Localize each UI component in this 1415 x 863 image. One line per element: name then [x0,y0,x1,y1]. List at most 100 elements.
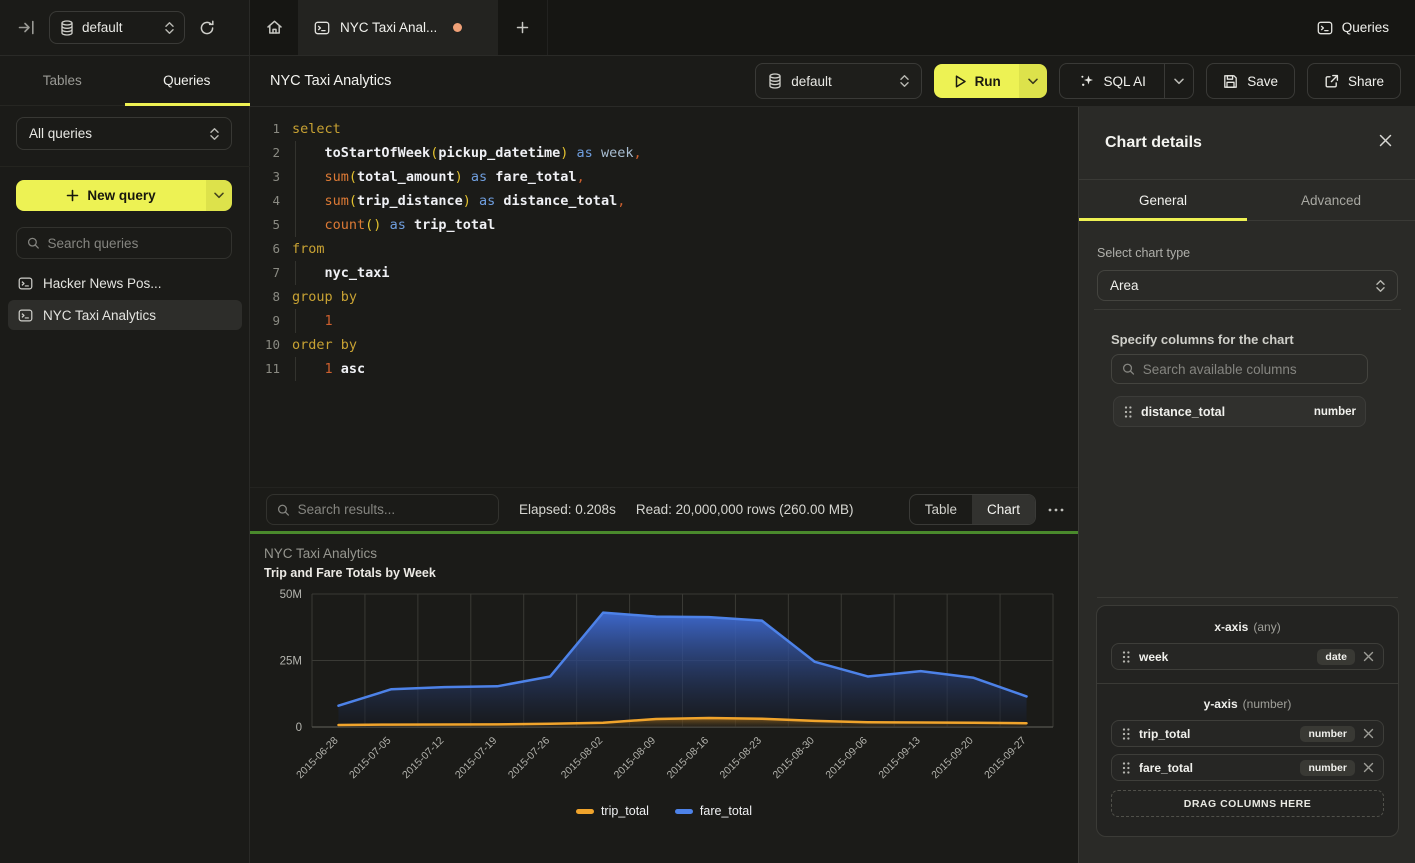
database-value: default [791,74,891,89]
legend-label: trip_total [601,804,649,818]
panel-close-button[interactable] [1378,133,1393,148]
topbar-queries-label: Queries [1342,20,1389,35]
drag-handle-icon[interactable] [1123,405,1133,419]
sparkle-icon [1079,73,1095,89]
editor-line[interactable]: 8group by [250,285,1078,309]
drag-handle-icon[interactable] [1121,650,1131,664]
available-column-distance-total[interactable]: distance_total number [1113,396,1366,427]
svg-text:2015-09-20: 2015-09-20 [929,735,976,782]
line-number: 3 [250,165,280,189]
sql-ai-dropdown-button[interactable] [1164,64,1193,98]
sidebar-collapse-button[interactable] [14,16,39,39]
save-button[interactable]: Save [1206,63,1295,99]
sql-editor[interactable]: 1select2 toStartOfWeek(pickup_datetime) … [250,107,1078,487]
refresh-button[interactable] [195,16,219,40]
remove-column-button[interactable] [1363,762,1374,773]
remove-column-button[interactable] [1363,651,1374,662]
indent-guide [295,357,296,381]
column-name: trip_total [1139,727,1190,741]
editor-line[interactable]: 11 1 asc [250,357,1078,381]
indent-guide [295,261,296,285]
drag-handle-icon[interactable] [1121,727,1131,741]
editor-line[interactable]: 10order by [250,333,1078,357]
close-icon [1378,133,1393,148]
editor-line[interactable]: 7 nyc_taxi [250,261,1078,285]
database-icon [60,20,74,36]
header-toolbar: default Run SQL AI [755,63,1401,99]
tab-nyc-taxi-analytics[interactable]: NYC Taxi Anal... [298,0,498,55]
main-header: NYC Taxi Analytics default Run SQL A [250,56,1415,107]
chart-type-label: Select chart type [1097,246,1190,260]
svg-text:2015-07-26: 2015-07-26 [506,735,553,782]
remove-column-button[interactable] [1363,728,1374,739]
topbar-database-value: default [82,20,157,35]
svg-text:2015-07-12: 2015-07-12 [400,735,447,782]
svg-text:2015-09-13: 2015-09-13 [876,735,923,782]
editor-line[interactable]: 1select [250,117,1078,141]
save-icon [1223,74,1238,89]
run-label: Run [975,74,1001,89]
x-axis-column-week[interactable]: week date [1111,643,1384,670]
terminal-icon [18,276,33,291]
editor-line[interactable]: 4 sum(trip_distance) as distance_total, [250,189,1078,213]
play-icon [953,74,967,89]
results-search-input[interactable] [298,502,488,517]
query-filter-select[interactable]: All queries [16,117,232,150]
table-view-button[interactable]: Table [910,495,972,524]
svg-text:2015-08-23: 2015-08-23 [718,735,765,782]
sql-ai-label: SQL AI [1104,74,1146,89]
run-dropdown-button[interactable] [1019,64,1047,98]
results-search-box [266,494,499,525]
sidebar-tab-tables[interactable]: Tables [0,56,125,105]
results-more-button[interactable] [1048,508,1064,512]
search-icon [1122,362,1135,376]
legend-item-fare_total[interactable]: fare_total [675,804,752,818]
line-number: 5 [250,213,280,237]
chevron-down-icon [1174,78,1184,85]
editor-line[interactable]: 3 sum(total_amount) as fare_total, [250,165,1078,189]
new-query-button[interactable]: New query [16,180,206,211]
code-text: 1 asc [292,357,365,381]
editor-line[interactable]: 2 toStartOfWeek(pickup_datetime) as week… [250,141,1078,165]
query-filter-value: All queries [29,126,210,141]
code-text: 1 [292,309,333,333]
editor-line[interactable]: 6from [250,237,1078,261]
left-sidebar: Tables Queries All queries New query Hac… [0,56,250,863]
chart-legend: trip_total fare_total [250,804,1078,818]
column-search-input[interactable] [1143,362,1357,377]
chevron-down-icon [1028,78,1038,85]
editor-line[interactable]: 9 1 [250,309,1078,333]
new-query-label: New query [87,188,155,203]
topbar-database-selector[interactable]: default [49,11,185,44]
chart-view-button[interactable]: Chart [972,495,1035,524]
y-axis-column-fare-total[interactable]: fare_total number [1111,754,1384,781]
chart-details-panel: Chart details General Advanced Select ch… [1078,107,1415,863]
area-chart[interactable]: 025M50M2015-06-282015-07-052015-07-12201… [250,580,1078,804]
home-tab-button[interactable] [250,0,298,55]
share-icon [1324,74,1339,89]
drag-handle-icon[interactable] [1121,761,1131,775]
panel-tab-general[interactable]: General [1079,180,1247,220]
query-list-item[interactable]: Hacker News Pos... [8,268,242,298]
query-search-input[interactable] [48,236,221,251]
legend-item-trip_total[interactable]: trip_total [576,804,649,818]
new-tab-button[interactable] [498,0,548,55]
chart-type-select[interactable]: Area [1097,270,1398,301]
main-area: NYC Taxi Analytics default Run SQL A [250,56,1415,863]
run-button[interactable]: Run [934,64,1019,98]
line-number: 6 [250,237,280,261]
drag-columns-dropzone[interactable]: DRAG COLUMNS HERE [1111,790,1384,817]
y-axis-column-trip-total[interactable]: trip_total number [1111,720,1384,747]
sidebar-tab-queries[interactable]: Queries [125,56,250,105]
database-selector[interactable]: default [755,63,922,99]
ellipsis-icon [1048,508,1064,512]
sql-ai-button[interactable]: SQL AI [1060,64,1164,98]
panel-tab-advanced[interactable]: Advanced [1247,180,1415,220]
query-list-item-selected[interactable]: NYC Taxi Analytics [8,300,242,330]
editor-line[interactable]: 5 count() as trip_total [250,213,1078,237]
share-button[interactable]: Share [1307,63,1401,99]
new-query-dropdown-button[interactable] [206,180,232,211]
indent-guide [295,165,296,189]
x-axis-hint: (any) [1253,620,1280,634]
topbar-queries-button[interactable]: Queries [1317,20,1389,36]
